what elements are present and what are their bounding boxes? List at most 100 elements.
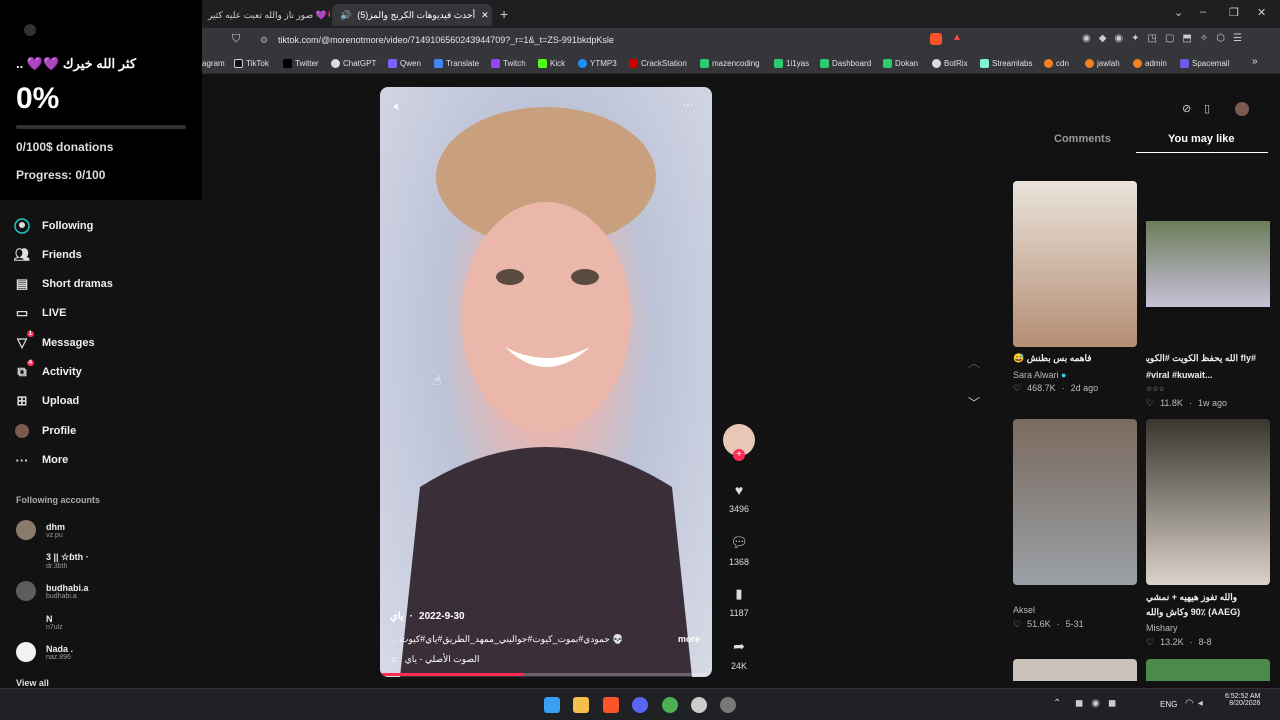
following-account[interactable]: budhabi.a budhabi.a	[16, 577, 89, 605]
bookmark-item[interactable]: agram	[202, 56, 225, 70]
bookmark-item[interactable]: 1i1yas	[774, 56, 809, 70]
user-avatar[interactable]	[1235, 102, 1249, 116]
card-author[interactable]: Sara Alwari ●	[1013, 370, 1066, 380]
close-tab-icon[interactable]: ✕	[481, 10, 489, 21]
card-subtitle[interactable]: #viral #kuwait...	[1146, 370, 1256, 380]
sidebar-item-following[interactable]: Following	[14, 215, 93, 237]
tab-list-icon[interactable]: ⌄	[1174, 6, 1183, 19]
following-account[interactable]: dhm vz.pu	[16, 516, 65, 544]
video-sound[interactable]: ♫ الصوت الأصلي - ياي	[390, 654, 479, 665]
tray-overflow-icon[interactable]: ⌃	[1053, 698, 1061, 709]
tray-icons[interactable]: ◼◉◼	[1075, 698, 1124, 709]
sidebar-item-profile[interactable]: Profile	[14, 420, 76, 442]
card-title[interactable]: #fly الله يحفظ الكويت #الكويت	[1146, 353, 1256, 364]
discord-icon[interactable]	[632, 697, 648, 713]
volume-icon[interactable]: 🔈︎	[394, 99, 401, 114]
heart-small-icon: ♡	[1146, 637, 1155, 647]
new-tab-icon[interactable]: +	[500, 6, 508, 22]
app-icon[interactable]	[720, 697, 736, 713]
chrome-icon[interactable]	[662, 697, 678, 713]
bookmark-item[interactable]: Kick	[538, 56, 565, 70]
following-account[interactable]: Nn7ulz	[16, 608, 63, 636]
card-title[interactable]: فاهمه بس بطنش 😅	[1013, 353, 1125, 364]
brave-icon[interactable]	[603, 697, 619, 713]
window-close-icon[interactable]: ✕	[1257, 6, 1266, 19]
like-button[interactable]: ♥ 3496	[728, 482, 750, 514]
bookmark-item[interactable]: ChatGPT	[331, 56, 376, 70]
bookmark-item[interactable]: admin	[1133, 56, 1167, 70]
device-icon[interactable]: ▯	[1204, 102, 1210, 115]
bookmark-item[interactable]: YTMP3	[578, 56, 617, 70]
card-title[interactable]: والله تفوز هيهيه + نمشي	[1146, 592, 1256, 603]
view-all-link[interactable]: View all	[16, 678, 49, 688]
bookmark-item[interactable]: Dokan	[883, 56, 918, 70]
file-explorer-icon[interactable]	[573, 697, 589, 713]
bookmark-item[interactable]: Dashboard	[820, 56, 871, 70]
share-button[interactable]: ➦ 24K	[728, 638, 750, 671]
bookmark-item[interactable]: Qwen	[388, 56, 421, 70]
card-author[interactable]: ☆☆☆	[1146, 385, 1165, 393]
bookmark-item[interactable]: mazencoding	[700, 56, 760, 70]
sidebar-item-live[interactable]: ▭ LIVE	[14, 302, 67, 324]
comment-button[interactable]: 💬︎ 1368	[728, 534, 750, 567]
bookmark-item[interactable]: Twitter	[283, 56, 319, 70]
recommended-video-thumbnail[interactable]	[1146, 181, 1270, 347]
video-author[interactable]: ياي	[390, 611, 404, 622]
speaker-icon[interactable]: 🔊	[340, 10, 351, 21]
url-field[interactable]: ⚙ tiktok.com/@morenotmore/video/71491065…	[258, 32, 898, 48]
bookmark-item[interactable]: BotRix	[932, 56, 968, 70]
tab-you-may-like[interactable]: You may like	[1168, 133, 1234, 145]
card-author[interactable]: Aksel	[1013, 605, 1035, 615]
previous-video-icon[interactable]: ︿	[968, 354, 980, 371]
brave-shield-icon[interactable]	[930, 33, 942, 45]
windows-start-icon[interactable]	[544, 697, 560, 713]
following-account[interactable]: 3 || ☆ɓth · dr.3bth	[16, 547, 89, 575]
card-author[interactable]: Mishary	[1146, 623, 1178, 633]
bookmark-item[interactable]: Spacemail	[1180, 56, 1229, 70]
recommended-video-thumbnail[interactable]	[1146, 659, 1270, 681]
video-player[interactable]: 🔈︎ ··· ياي · 2022-9-30 💀 حمودي#بموت_كيوت…	[380, 87, 712, 677]
sidebar-item-short-dramas[interactable]: ▤ Short dramas	[14, 273, 113, 295]
bookmark-item[interactable]: Twitch	[491, 56, 526, 70]
restore-icon[interactable]: ❐	[1229, 6, 1239, 19]
card-subtitle[interactable]: (AAEG) 90٪ وكاش والله	[1146, 607, 1256, 618]
follow-plus-icon[interactable]: +	[733, 449, 745, 461]
following-account[interactable]: Nada . naz.896	[16, 638, 73, 666]
minimize-icon[interactable]: –	[1200, 6, 1206, 18]
bookmark-item[interactable]: cdn	[1044, 56, 1069, 70]
settings-icon[interactable]	[691, 697, 707, 713]
next-video-icon[interactable]: ﹀	[968, 394, 980, 411]
caption-more-button[interactable]: more	[678, 634, 700, 644]
bookmark-item[interactable]: Streamlabs	[980, 56, 1032, 70]
account-handle: vz.pu	[46, 531, 63, 539]
sidebar-item-activity[interactable]: ⧉ 4 Activity	[14, 360, 82, 383]
recommended-video-thumbnail[interactable]	[1013, 659, 1137, 681]
video-progress-bar[interactable]	[380, 673, 712, 676]
site-info-icon[interactable]: ⚙	[260, 32, 268, 48]
sidebar-item-more[interactable]: ··· More	[14, 449, 69, 471]
recommended-video-thumbnail[interactable]	[1013, 419, 1137, 585]
video-more-icon[interactable]: ···	[682, 97, 694, 111]
recommended-video-thumbnail[interactable]	[1013, 181, 1137, 347]
tab-2-active[interactable]: 🔊 (5)أحدث فيديوهات الكرنج والمز ✕	[332, 4, 492, 26]
coins-icon[interactable]: ⊘	[1182, 102, 1191, 115]
bookmark-item[interactable]: CrackStation	[629, 56, 687, 70]
bookmark-item[interactable]: jawlah	[1085, 56, 1120, 70]
language-indicator[interactable]: ENG	[1160, 700, 1177, 709]
sidebar-item-messages[interactable]: ▽ 1 Messages	[14, 331, 95, 354]
share-count: 24K	[730, 661, 747, 671]
clock[interactable]: 6:52:52 AM 8/20/2026	[1225, 693, 1260, 707]
save-button[interactable]: ▮ 1187	[728, 586, 750, 618]
bookmark-item[interactable]: TikTok	[234, 56, 269, 70]
bookmark-icon[interactable]: ⛉	[232, 33, 240, 46]
sidebar-item-friends[interactable]: 👥︎ Friends	[14, 244, 82, 266]
sidebar-item-upload[interactable]: ⊞ Upload	[14, 390, 80, 412]
network-volume-icons[interactable]: ◠◂	[1185, 698, 1207, 709]
extension-icons[interactable]: ◉◆◉✦◳▢⬒✧⬡☰	[1082, 33, 1250, 44]
rewards-icon[interactable]: ▲	[952, 32, 962, 43]
tab-comments[interactable]: Comments	[1054, 133, 1111, 145]
recommended-video-thumbnail[interactable]	[1146, 419, 1270, 585]
more-bookmarks-icon[interactable]: »	[1252, 56, 1258, 67]
bookmark-item[interactable]: Translate	[434, 56, 479, 70]
tab-1[interactable]: صور ناز والله تعبت عليه كثير 💜💗💗	[200, 4, 330, 26]
